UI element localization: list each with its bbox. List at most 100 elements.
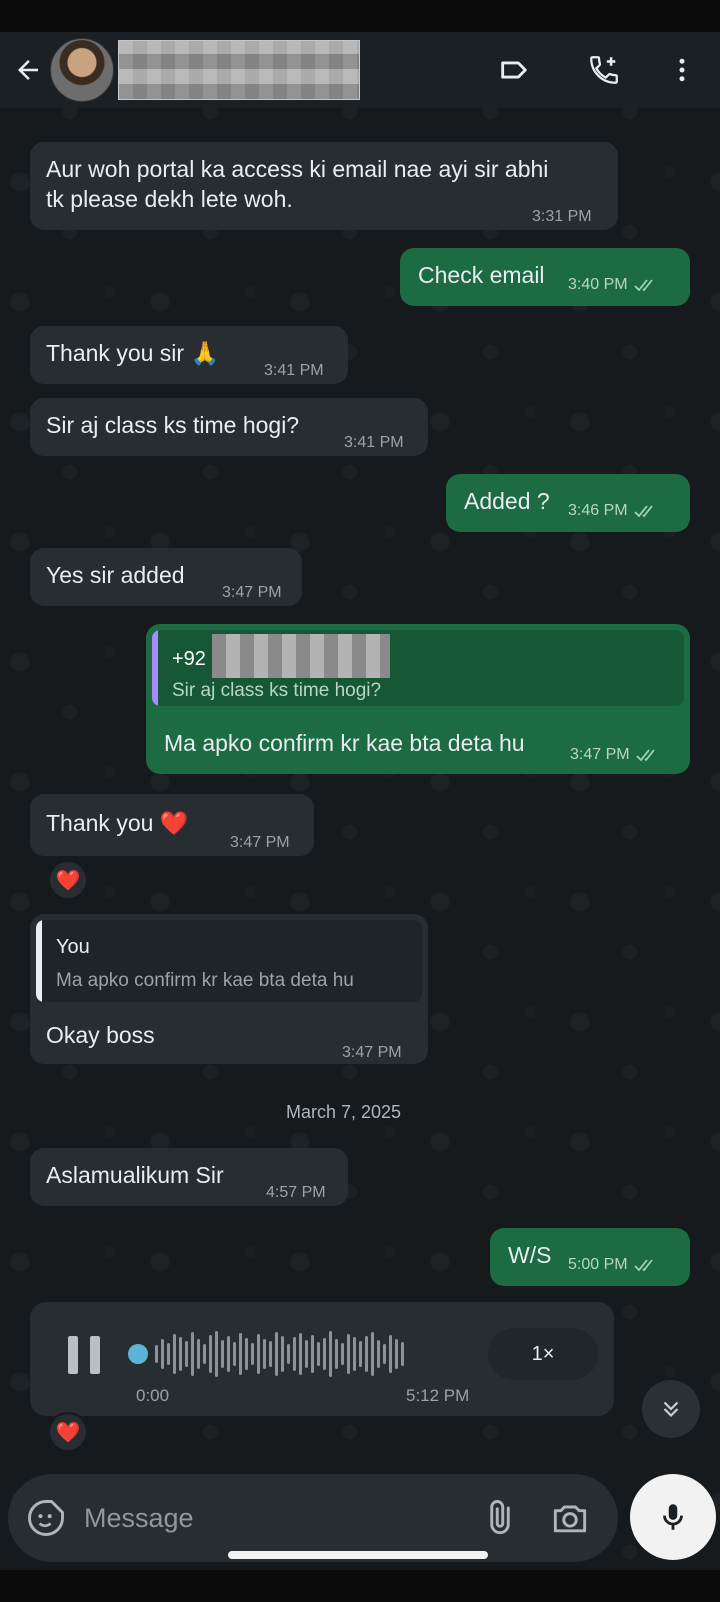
waveform-bar — [161, 1339, 164, 1369]
message-composer — [8, 1474, 618, 1562]
message-outgoing[interactable]: Added ? 3:46 PM — [446, 474, 690, 532]
waveform-bar — [293, 1337, 296, 1371]
read-ticks-icon — [633, 279, 653, 292]
voice-message[interactable]: 1× 0:00 5:12 PM — [30, 1302, 614, 1416]
message-time: 3:47 PM — [230, 834, 290, 851]
waveform-bar — [323, 1338, 326, 1370]
waveform-bar — [227, 1336, 230, 1372]
waveform-bar — [275, 1332, 278, 1376]
message-incoming[interactable]: Sir aj class ks time hogi? 3:41 PM — [30, 398, 428, 456]
message-text-line-2: tk please dekh lete woh. — [46, 186, 293, 212]
message-text: Yes sir added — [46, 562, 185, 588]
voice-duration: 0:00 — [136, 1386, 170, 1405]
waveform-bar — [389, 1335, 392, 1373]
voice-waveform[interactable] — [128, 1326, 488, 1382]
back-arrow-icon[interactable] — [10, 52, 46, 88]
phone-number-redacted — [212, 634, 390, 678]
message-time: 5:00 PM — [568, 1256, 628, 1273]
waveform-bar — [245, 1338, 248, 1370]
scroll-to-bottom-button[interactable] — [642, 1380, 700, 1438]
home-indicator — [228, 1551, 488, 1559]
waveform-bar — [209, 1335, 212, 1373]
message-text: Check email — [418, 262, 545, 288]
read-ticks-icon — [635, 749, 655, 762]
playback-speed-button[interactable]: 1× — [488, 1328, 598, 1380]
waveform-bar — [155, 1345, 158, 1363]
quote-sender: +92 — [172, 648, 206, 670]
waveform-bar — [401, 1342, 404, 1366]
message-text-line-1: Aur woh portal ka access ki email nae ay… — [46, 156, 549, 182]
message-meta: 3:46 PM — [568, 496, 660, 526]
more-vert-icon[interactable] — [662, 50, 702, 90]
waveform-bar — [305, 1340, 308, 1368]
waveform-bar — [287, 1344, 290, 1364]
reaction-heart[interactable]: ❤️ — [48, 1412, 88, 1452]
chat-header — [0, 32, 720, 108]
status-bar — [0, 0, 720, 32]
waveform-bar — [353, 1337, 356, 1371]
quoted-message[interactable]: You Ma apko confirm kr kae bta deta hu — [36, 920, 422, 1002]
message-text: Sir aj class ks time hogi? — [46, 412, 300, 438]
avatar[interactable] — [50, 38, 114, 102]
waveform-bar — [179, 1337, 182, 1371]
pause-icon[interactable] — [68, 1336, 104, 1374]
message-text: Aslamualikum Sir — [46, 1162, 224, 1188]
waveform-bar — [359, 1341, 362, 1367]
camera-icon[interactable] — [548, 1496, 592, 1540]
message-incoming[interactable]: Aslamualikum Sir 4:57 PM — [30, 1148, 348, 1206]
system-bottom-bar — [0, 1570, 720, 1602]
sticker-emoji-icon[interactable] — [24, 1496, 68, 1540]
label-icon[interactable] — [494, 50, 534, 90]
waveform-bar — [383, 1344, 386, 1364]
message-incoming[interactable]: Aur woh portal ka access ki email nae ay… — [30, 142, 618, 230]
waveform-bar — [299, 1333, 302, 1375]
message-meta: 3:47 PM — [570, 740, 662, 770]
message-time: 3:31 PM — [532, 208, 592, 225]
quoted-message[interactable]: +92 Sir aj class ks time hogi? — [152, 630, 684, 706]
quote-bar — [152, 630, 158, 706]
waveform-bar — [185, 1341, 188, 1367]
double-chevron-down-icon — [663, 1401, 679, 1418]
message-incoming[interactable]: Thank you sir 🙏 3:41 PM — [30, 326, 348, 384]
quote-text: Ma apko confirm kr kae bta deta hu — [56, 970, 354, 991]
waveform-bar — [365, 1336, 368, 1372]
message-input[interactable] — [84, 1492, 454, 1544]
message-outgoing-reply[interactable]: +92 Sir aj class ks time hogi? Ma apko c… — [146, 624, 690, 774]
waveform-bar — [371, 1332, 374, 1376]
waveform-bar — [317, 1342, 320, 1366]
message-time: 3:41 PM — [264, 362, 324, 379]
add-call-icon[interactable] — [584, 50, 624, 90]
waveform-bar — [341, 1343, 344, 1365]
quote-text: Sir aj class ks time hogi? — [172, 680, 382, 701]
message-time: 3:47 PM — [222, 584, 282, 601]
waveform-bar — [215, 1331, 218, 1377]
waveform-bar — [203, 1344, 206, 1364]
waveform-bar — [257, 1334, 260, 1374]
message-time: 3:41 PM — [344, 434, 404, 451]
message-incoming[interactable]: Yes sir added 3:47 PM — [30, 548, 302, 606]
waveform-bar — [347, 1334, 350, 1374]
message-meta: 3:40 PM — [568, 270, 660, 300]
message-text: W/S — [508, 1242, 552, 1268]
read-ticks-icon — [633, 1259, 653, 1272]
voice-record-button[interactable] — [630, 1474, 716, 1560]
message-time: 4:57 PM — [266, 1184, 326, 1201]
waveform-bar — [263, 1339, 266, 1369]
reaction-heart[interactable]: ❤️ — [48, 860, 88, 900]
waveform-bar — [329, 1331, 332, 1377]
attachment-clip-icon[interactable] — [478, 1496, 522, 1540]
message-time: 3:46 PM — [568, 502, 628, 519]
waveform-bar — [191, 1332, 194, 1376]
message-incoming-reply[interactable]: You Ma apko confirm kr kae bta deta hu O… — [30, 914, 428, 1064]
message-text: Okay boss — [46, 1022, 155, 1048]
microphone-icon — [663, 1504, 683, 1530]
message-outgoing[interactable]: W/S 5:00 PM — [490, 1228, 690, 1286]
message-incoming[interactable]: Thank you ❤️ 3:47 PM — [30, 794, 314, 856]
quote-bar — [36, 920, 42, 1002]
message-text: Thank you ❤️ — [46, 810, 189, 836]
message-text: Thank you sir 🙏 — [46, 340, 220, 366]
waveform-bar — [335, 1339, 338, 1369]
playhead-dot[interactable] — [128, 1344, 148, 1364]
contact-name-redacted[interactable] — [118, 40, 360, 100]
message-outgoing[interactable]: Check email 3:40 PM — [400, 248, 690, 306]
